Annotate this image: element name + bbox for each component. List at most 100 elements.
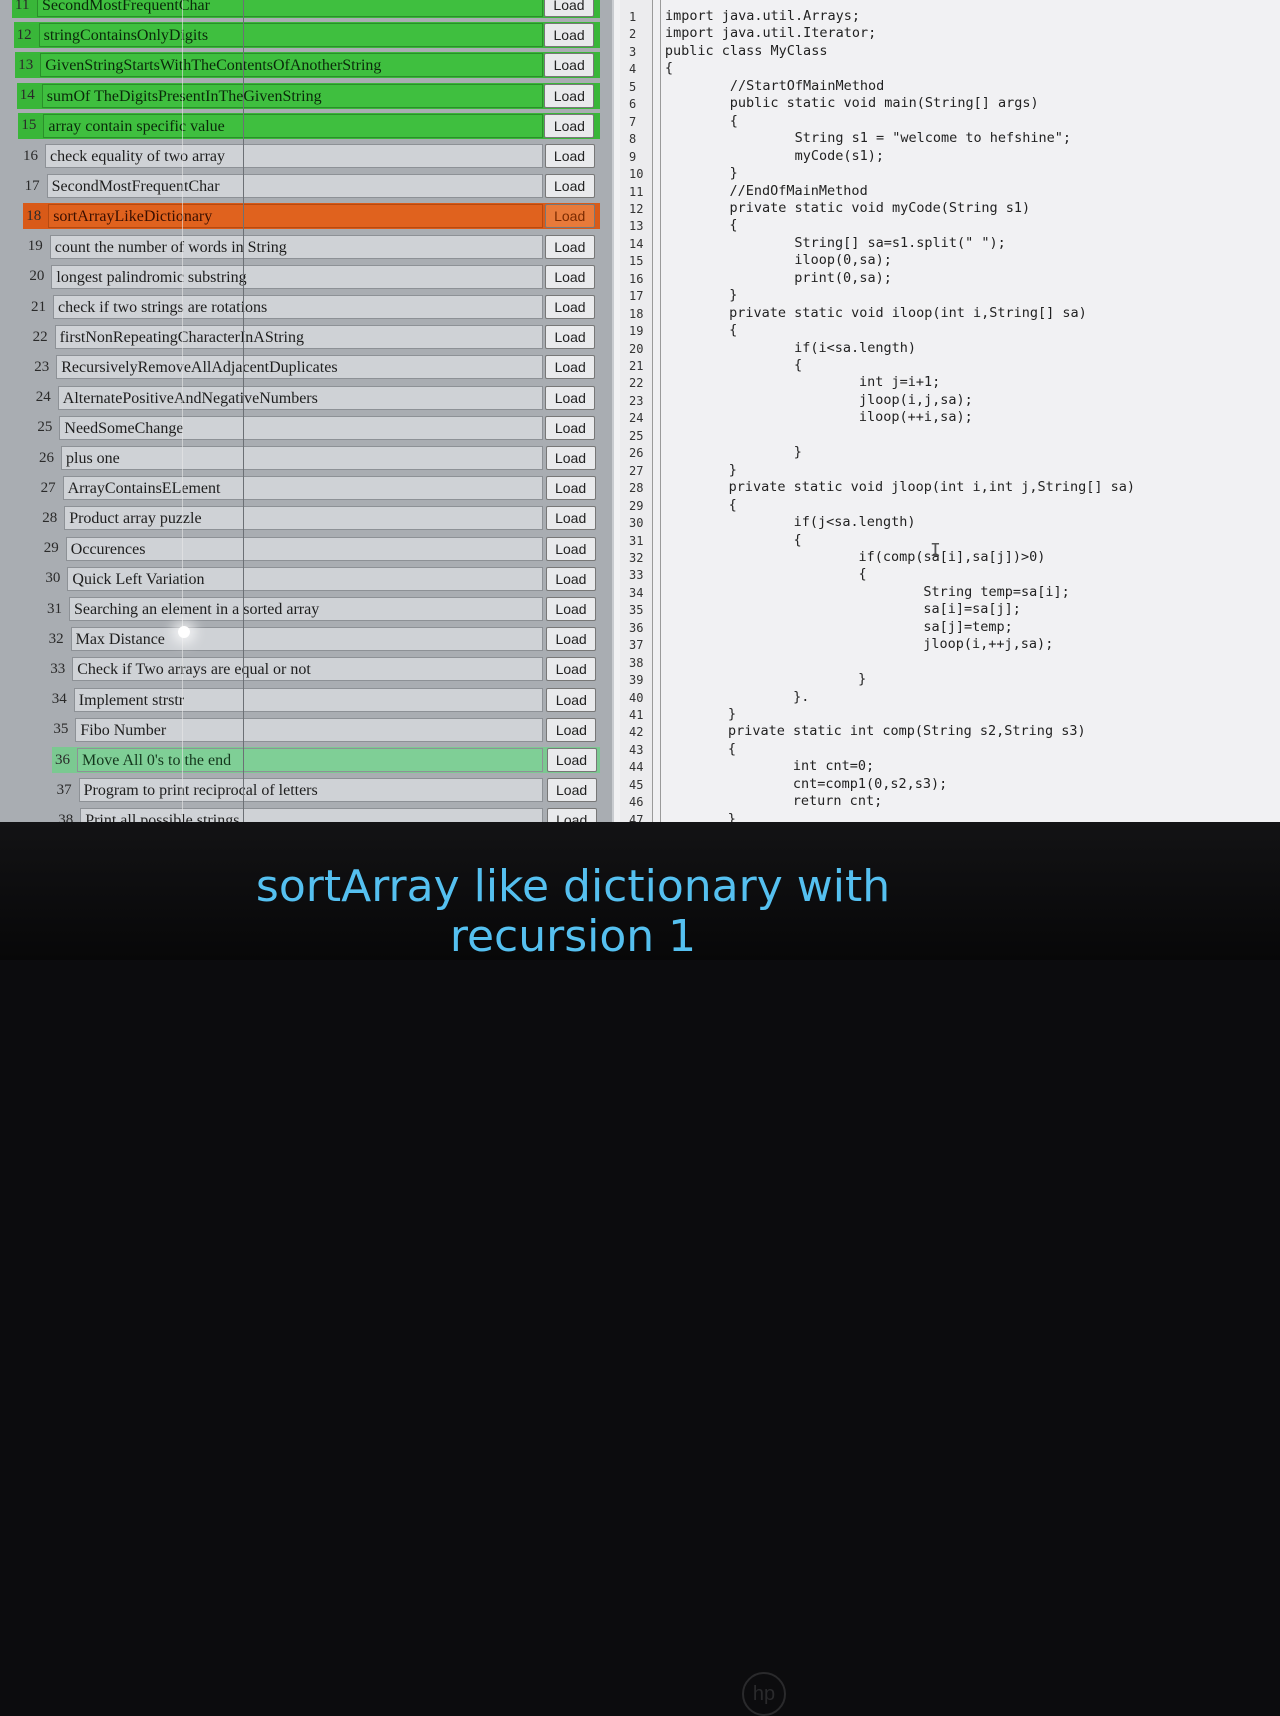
problem-title[interactable]: Max Distance — [70, 627, 543, 652]
problem-list-item[interactable]: 11 SecondMostFrequentChar Load — [12, 0, 600, 18]
problem-list-item[interactable]: 29 Occurences Load — [41, 536, 600, 562]
problem-title[interactable]: plus one — [61, 446, 543, 470]
code-line: } — [662, 810, 736, 822]
problem-title[interactable]: Fibo Number — [75, 717, 543, 742]
problem-title[interactable]: SecondMostFrequentChar — [37, 0, 543, 17]
problem-title[interactable]: Searching an element in a sorted array — [69, 597, 543, 621]
load-button[interactable]: Load — [546, 808, 597, 822]
problem-title[interactable]: Check if Two arrays are equal or not — [72, 657, 543, 682]
problem-list-item[interactable]: 25 NeedSomeChange Load — [34, 415, 600, 441]
problem-list-item[interactable]: 35 Fibo Number Load — [50, 717, 600, 743]
load-button[interactable]: Load — [545, 295, 595, 319]
problem-list-item[interactable]: 34 Implement strstr Load — [49, 687, 600, 713]
problem-title[interactable]: Implement strstr — [73, 687, 543, 712]
load-button[interactable]: Load — [544, 144, 595, 168]
problem-list-item[interactable]: 17 SecondMostFrequentChar Load — [22, 173, 600, 199]
code-line: if(comp(sa[i],sa[j])>0) — [663, 548, 1046, 565]
load-button[interactable]: Load — [544, 174, 595, 199]
load-button[interactable]: Load — [545, 325, 596, 350]
problem-list-item[interactable]: 24 AlternatePositiveAndNegativeNumbers Loa… — [33, 385, 600, 411]
load-button[interactable]: Load — [545, 536, 596, 561]
problem-number: 38 — [58, 811, 74, 822]
load-button[interactable]: Load — [546, 717, 597, 742]
problem-number: 13 — [18, 56, 34, 73]
problem-title[interactable]: Product array puzzle — [64, 506, 543, 531]
problem-list-item[interactable]: 33 Check if Two arrays are equal or not Lo… — [47, 656, 600, 682]
problem-number: 31 — [47, 600, 62, 617]
load-button[interactable]: Load — [545, 476, 596, 501]
problem-title[interactable]: AlternatePositiveAndNegativeNumbers — [57, 385, 543, 410]
load-button[interactable]: Load — [545, 355, 596, 380]
problem-list-item[interactable]: 14 sumOf TheDigitsPresentInTheGivenString… — [16, 82, 600, 109]
caption-line-2: recursion 1 — [449, 911, 697, 962]
load-button[interactable]: Load — [545, 415, 596, 440]
problem-list-item[interactable]: 26 plus one Load — [36, 445, 600, 471]
problem-title[interactable]: array contain specific value — [43, 113, 543, 138]
problem-list-item[interactable]: 16 check equality of two array Load — [20, 143, 600, 169]
code-line: import java.util.Iterator; — [664, 25, 877, 42]
problem-list-item[interactable]: 12 stringContainsOnlyDigits Load — [13, 22, 600, 49]
problem-title[interactable]: Occurences — [65, 536, 543, 561]
problem-list-item[interactable]: 31 Searching an element in a sorted array… — [44, 596, 600, 622]
load-button[interactable]: Load — [544, 204, 595, 229]
problem-title[interactable]: sumOf TheDigitsPresentInTheGivenString — [41, 83, 543, 108]
code-area[interactable]: import java.util.Arrays; import java.util… — [660, 0, 1273, 822]
load-button[interactable]: Load — [544, 23, 595, 48]
load-button[interactable]: Load — [545, 385, 596, 410]
problem-list-item[interactable]: 21 check if two strings are rotations Load — [28, 294, 600, 320]
problem-list-item[interactable]: 30 Quick Left Variation Load — [42, 566, 600, 592]
problem-title[interactable]: NeedSomeChange — [59, 415, 543, 440]
problem-title[interactable]: SecondMostFrequentChar — [46, 174, 543, 199]
problem-title[interactable]: RecursivelyRemoveAllAdjacentDuplicates — [56, 355, 543, 380]
problem-list-item[interactable]: 32 Max Distance Load — [46, 626, 600, 652]
code-editor[interactable]: 1 2 3 4 5 6 7 8 9 10 11 12 13 14 15 16 17 18 19 20 21 22 23 24 2… — [614, 0, 1280, 822]
problem-title[interactable]: check equality of two array — [45, 144, 543, 168]
problem-title[interactable]: sortArrayLikeDictionary — [48, 204, 543, 229]
load-button[interactable]: Load — [546, 687, 597, 712]
problem-list-item[interactable]: 23 RecursivelyRemoveAllAdjacentDuplicates… — [31, 354, 600, 380]
load-button[interactable]: Load — [544, 264, 595, 289]
problem-list-item[interactable]: 22 firstNonRepeatingCharacterInAStringLoa… — [30, 324, 600, 350]
problem-title[interactable]: count the number of words in String — [49, 234, 543, 259]
problem-list-item[interactable]: 28 Product array puzzle Load — [39, 505, 600, 531]
load-button[interactable]: Load — [544, 53, 595, 78]
code-line: } — [663, 444, 802, 461]
load-button[interactable]: Load — [545, 446, 596, 470]
line-number: 46 — [629, 795, 644, 810]
problem-list-item[interactable]: 38 Print all possible strings Load — [55, 807, 600, 822]
problem-title[interactable]: stringContainsOnlyDigits — [38, 23, 543, 48]
problem-list-item[interactable]: 36 Move All 0's to the end Load — [52, 747, 600, 773]
problem-title[interactable]: longest palindromic substring — [51, 264, 543, 289]
problem-title[interactable]: Print all possible strings — [80, 808, 543, 822]
line-number: 6 — [629, 97, 637, 112]
problem-list-item[interactable]: 20 longest palindromic substring Load — [26, 264, 600, 290]
problem-list-item[interactable]: 18 sortArrayLikeDictionary Load — [23, 203, 600, 230]
line-number: 44 — [629, 760, 644, 775]
load-button[interactable]: Load — [545, 566, 596, 591]
problem-title[interactable]: Move All 0's to the end — [77, 748, 543, 772]
problem-list-item[interactable]: 37 Program to print reciprocal of letters… — [54, 777, 600, 803]
load-button[interactable]: Load — [546, 627, 597, 652]
load-button[interactable]: Load — [545, 506, 596, 531]
line-number: 39 — [629, 673, 644, 688]
problem-title[interactable]: check if two strings are rotations — [53, 295, 543, 319]
load-button[interactable]: Load — [544, 113, 595, 138]
problem-title[interactable]: firstNonRepeatingCharacterInAString — [54, 325, 543, 350]
problem-title[interactable]: Program to print reciprocal of letters — [78, 778, 543, 803]
load-button[interactable]: Load — [544, 83, 595, 108]
problem-list-item[interactable]: 13 GivenStringStartsWithTheContentsOfAnot… — [15, 52, 600, 79]
problem-title[interactable]: GivenStringStartsWithTheContentsOfAnothe… — [40, 53, 543, 78]
code-line: //EndOfMainMethod — [664, 182, 868, 199]
load-button[interactable]: Load — [546, 748, 597, 772]
line-number: 2 — [629, 27, 637, 42]
problem-title[interactable]: ArrayContainsELement — [62, 476, 543, 501]
load-button[interactable]: Load — [544, 234, 595, 259]
load-button[interactable]: Load — [546, 657, 597, 682]
problem-title[interactable]: Quick Left Variation — [67, 566, 543, 591]
load-button[interactable]: Load — [546, 778, 597, 803]
problem-list-item[interactable]: 15 array contain specific value Load — [18, 112, 600, 139]
problem-list-item[interactable]: 19 count the number of words in String Loa… — [25, 234, 600, 260]
problem-list-item[interactable]: 27 ArrayContainsELement Load — [38, 475, 600, 501]
load-button[interactable]: Load — [546, 597, 596, 621]
load-button[interactable]: Load — [544, 0, 594, 17]
